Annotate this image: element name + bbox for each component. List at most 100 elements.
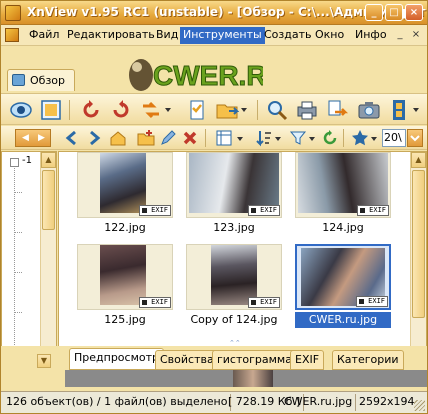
tab-preview[interactable]: Предпросмотр bbox=[69, 348, 164, 370]
tree-line bbox=[14, 272, 22, 273]
filmstrip-icon[interactable] bbox=[387, 98, 411, 122]
menu-bar: Файл Редактировать Вид Инструменты Созда… bbox=[1, 25, 427, 46]
bookmark-icon[interactable] bbox=[185, 98, 209, 122]
rename-icon[interactable] bbox=[159, 129, 177, 147]
menu-tools[interactable]: Инструменты bbox=[180, 27, 265, 44]
thumbnail-item[interactable]: EXIF 125.jpg bbox=[77, 244, 173, 329]
info-tab-strip: ▼ Предпросмотр Свойства гистограмма EXIF… bbox=[1, 346, 427, 372]
thumbnail-item-selected[interactable]: EXIF CWER.ru.jpg bbox=[295, 244, 391, 329]
sort-icon[interactable] bbox=[255, 129, 273, 147]
tree-next-icon[interactable]: ▶ bbox=[38, 130, 45, 146]
home-icon[interactable] bbox=[109, 129, 127, 147]
open-folder-dropdown-arrow[interactable] bbox=[241, 108, 247, 112]
scroll-thumb[interactable] bbox=[412, 170, 425, 318]
thumbnail-image bbox=[100, 245, 146, 305]
menu-edit[interactable]: Редактировать bbox=[65, 28, 157, 43]
close-button[interactable]: × bbox=[405, 4, 423, 21]
refresh-icon[interactable] bbox=[321, 129, 339, 147]
thumbnail-frame[interactable]: EXIF bbox=[77, 152, 173, 218]
thumbnail-item[interactable]: EXIF Copy of 124.jpg bbox=[186, 244, 282, 329]
tree-nav-buttons[interactable]: ◀ ▶ bbox=[15, 129, 51, 147]
favorites-dropdown-arrow[interactable] bbox=[371, 137, 377, 141]
mdi-close-button[interactable]: × bbox=[409, 29, 423, 42]
thumbnail-item[interactable]: EXIF 124.jpg bbox=[295, 152, 391, 237]
fullscreen-icon[interactable] bbox=[39, 98, 63, 122]
delete-icon[interactable] bbox=[181, 129, 199, 147]
menu-file[interactable]: Файл bbox=[27, 28, 61, 43]
rotate-left-icon[interactable] bbox=[79, 98, 103, 122]
mdi-app-icon[interactable] bbox=[5, 28, 19, 42]
exif-badge: EXIF bbox=[357, 205, 389, 216]
tree-scroll-thumb[interactable] bbox=[42, 170, 55, 230]
zoom-dropdown-button[interactable] bbox=[407, 129, 423, 147]
forward-icon[interactable] bbox=[85, 129, 103, 147]
browse-tab-icon bbox=[12, 74, 25, 86]
print-icon[interactable] bbox=[295, 98, 319, 122]
tree-line bbox=[14, 168, 15, 363]
preview-image bbox=[233, 370, 273, 387]
status-bar: 126 объект(ов) / 1 файл(ов) выделено [ 7… bbox=[1, 391, 427, 413]
tab-histogram[interactable]: гистограмма bbox=[212, 350, 297, 370]
folder-tree-pane[interactable]: -1 ▲ ▼ bbox=[1, 151, 57, 369]
thumbnail-frame[interactable]: EXIF bbox=[186, 152, 282, 218]
title-bar[interactable]: XnView v1.95 RC1 (unstable) - [Обзор - C… bbox=[1, 1, 427, 25]
maximize-button[interactable]: □ bbox=[385, 4, 403, 21]
thumbnail-browser[interactable]: EXIF 122.jpg EXIF 123.jpg EXIF 124.jpg E… bbox=[58, 151, 427, 369]
thumbnail-item[interactable]: EXIF 122.jpg bbox=[77, 152, 173, 237]
thumbnail-caption: CWER.ru.jpg bbox=[295, 312, 391, 328]
flip-icon[interactable] bbox=[139, 98, 163, 122]
thumbnail-image bbox=[211, 245, 257, 305]
app-window: XnView v1.95 RC1 (unstable) - [Обзор - C… bbox=[0, 0, 428, 414]
menu-create[interactable]: Создать bbox=[262, 28, 314, 43]
thumbnail-caption: 122.jpg bbox=[104, 221, 146, 234]
tab-browse-label: Обзор bbox=[30, 74, 66, 87]
view-icon[interactable] bbox=[9, 98, 33, 122]
tab-categories[interactable]: Категории bbox=[332, 350, 404, 370]
thumbnail-item[interactable]: EXIF 123.jpg bbox=[186, 152, 282, 237]
minimize-button[interactable]: _ bbox=[365, 4, 383, 21]
thumbnail-frame[interactable]: EXIF bbox=[77, 244, 173, 310]
tree-prev-icon[interactable]: ◀ bbox=[22, 130, 29, 146]
tree-scroll-up-icon[interactable]: ▲ bbox=[41, 152, 56, 168]
sort-dropdown-arrow[interactable] bbox=[275, 137, 281, 141]
filter-dropdown-arrow[interactable] bbox=[309, 137, 315, 141]
thumbnail-frame[interactable]: EXIF bbox=[295, 152, 391, 218]
tab-properties[interactable]: Свойства bbox=[155, 350, 219, 370]
menu-view[interactable]: Вид bbox=[154, 28, 180, 43]
rotate-right-icon[interactable] bbox=[109, 98, 133, 122]
flip-dropdown-arrow[interactable] bbox=[165, 108, 171, 112]
new-folder-icon[interactable] bbox=[137, 129, 155, 147]
back-icon[interactable] bbox=[63, 129, 81, 147]
zoom-input[interactable]: 20\ bbox=[382, 129, 406, 147]
camera-icon[interactable] bbox=[357, 98, 381, 122]
tab-browse[interactable]: Обзор bbox=[7, 69, 75, 91]
thumbnail-frame[interactable]: EXIF bbox=[186, 244, 282, 310]
tree-expander[interactable] bbox=[10, 158, 19, 167]
panel-scroll-down-icon[interactable]: ▼ bbox=[37, 354, 51, 368]
preview-area bbox=[65, 370, 427, 387]
exif-badge: EXIF bbox=[356, 296, 388, 307]
thumbnail-image bbox=[298, 153, 388, 213]
filmstrip-dropdown-arrow[interactable] bbox=[413, 108, 419, 112]
tree-scrollbar[interactable]: ▲ ▼ bbox=[40, 152, 56, 368]
zoom-search-icon[interactable] bbox=[265, 98, 289, 122]
tab-exif[interactable]: EXIF bbox=[290, 350, 325, 370]
menu-window[interactable]: Окно bbox=[313, 28, 346, 43]
scroll-up-icon[interactable]: ▲ bbox=[411, 152, 426, 168]
convert-icon[interactable] bbox=[325, 98, 349, 122]
view-mode-dropdown-arrow[interactable] bbox=[237, 137, 243, 141]
mdi-minimize-button[interactable]: _ bbox=[393, 29, 407, 42]
chevron-down-icon bbox=[410, 135, 420, 142]
toolbar-separator bbox=[257, 100, 258, 120]
thumbnail-scrollbar[interactable]: ▲ ▼ bbox=[410, 152, 426, 368]
favorites-icon[interactable] bbox=[351, 129, 369, 147]
menu-info[interactable]: Инфо bbox=[353, 28, 389, 43]
resize-grip[interactable] bbox=[414, 400, 425, 411]
thumbnail-frame[interactable]: EXIF bbox=[295, 244, 391, 310]
filter-icon[interactable] bbox=[289, 129, 307, 147]
document-tab-strip: CWER.RU Обзор bbox=[1, 47, 427, 93]
open-folder-icon[interactable] bbox=[215, 98, 240, 122]
view-mode-icon[interactable] bbox=[215, 129, 233, 147]
tree-marker: -1 bbox=[22, 155, 32, 166]
navigation-toolbar: ◀ ▶ 20\ bbox=[1, 126, 427, 150]
